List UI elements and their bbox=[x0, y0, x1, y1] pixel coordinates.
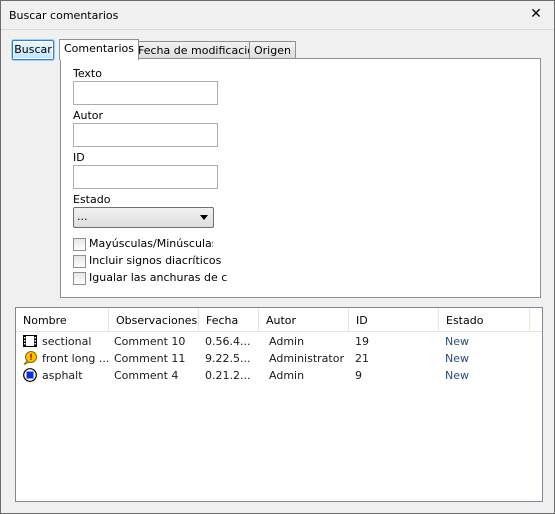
estado-dropdown[interactable]: ... bbox=[73, 207, 214, 228]
cell-observaciones: Comment 4 bbox=[114, 369, 179, 382]
table-row[interactable]: asphalt Comment 4 0.21.2... Admin 9 New bbox=[16, 367, 542, 384]
film-strip-icon bbox=[23, 335, 37, 347]
id-field[interactable] bbox=[73, 165, 218, 189]
cell-observaciones: Comment 10 bbox=[114, 335, 186, 348]
column-header-fecha[interactable]: Fecha bbox=[199, 308, 259, 331]
cell-estado: New bbox=[445, 335, 469, 348]
chevron-down-icon bbox=[200, 215, 208, 220]
cell-observaciones: Comment 11 bbox=[114, 352, 186, 365]
search-button[interactable]: Buscar bbox=[12, 40, 54, 60]
table-row[interactable]: front long ... Comment 11 9.22.5... Admi… bbox=[16, 350, 542, 367]
results-list[interactable]: Nombre Observaciones Fecha Autor ID Esta… bbox=[15, 307, 543, 502]
close-icon[interactable]: ✕ bbox=[528, 6, 544, 22]
cell-estado: New bbox=[445, 352, 469, 365]
find-comments-dialog: Buscar comentarios ✕ Buscar Comentarios … bbox=[0, 0, 555, 514]
tab-comentarios[interactable]: Comentarios bbox=[59, 39, 139, 60]
results-header: Nombre Observaciones Fecha Autor ID Esta… bbox=[16, 308, 542, 332]
warning-balloon-icon bbox=[23, 351, 37, 365]
blue-circle-icon bbox=[23, 368, 37, 382]
column-header-observaciones[interactable]: Observaciones bbox=[109, 308, 199, 331]
checkbox-box[interactable] bbox=[73, 272, 86, 285]
column-header-nombre[interactable]: Nombre bbox=[16, 308, 109, 331]
cell-autor: Admin bbox=[269, 335, 305, 348]
column-header-estado[interactable]: Estado bbox=[439, 308, 530, 331]
checkbox-box[interactable] bbox=[73, 238, 86, 251]
estado-selected-value: ... bbox=[77, 210, 88, 223]
checkbox-diacritics[interactable]: Incluir signos diacríticos bbox=[73, 255, 233, 269]
id-label: ID bbox=[73, 151, 85, 164]
column-header-autor[interactable]: Autor bbox=[259, 308, 349, 331]
cell-estado: New bbox=[445, 369, 469, 382]
cell-id: 21 bbox=[355, 352, 369, 365]
checkbox-label: Incluir signos diacríticos bbox=[89, 255, 222, 267]
tab-origen[interactable]: Origen bbox=[249, 41, 296, 59]
texto-label: Texto bbox=[73, 67, 102, 80]
checkbox-label: Mayúsculas/Minúsculas bbox=[89, 238, 213, 250]
cell-id: 19 bbox=[355, 335, 369, 348]
autor-label: Autor bbox=[73, 109, 104, 122]
table-row[interactable]: sectional Comment 10 0.56.4... Admin 19 … bbox=[16, 333, 542, 350]
estado-label: Estado bbox=[73, 193, 111, 206]
tab-fecha-modificacion[interactable]: Fecha de modificación bbox=[133, 41, 267, 59]
window-title: Buscar comentarios bbox=[9, 9, 119, 22]
cell-id: 9 bbox=[355, 369, 362, 382]
checkbox-match-width[interactable]: Igualar las anchuras de carác bbox=[73, 272, 228, 286]
column-header-id[interactable]: ID bbox=[349, 308, 439, 331]
autor-field[interactable] bbox=[73, 123, 218, 147]
cell-fecha: 0.56.4... bbox=[205, 335, 251, 348]
cell-fecha: 9.22.5... bbox=[205, 352, 251, 365]
cell-nombre: asphalt bbox=[42, 369, 83, 382]
cell-autor: Admin bbox=[269, 369, 305, 382]
cell-fecha: 0.21.2... bbox=[205, 369, 251, 382]
comments-tab-panel: Texto Autor ID Estado ... Mayúsculas/Min… bbox=[60, 58, 541, 298]
checkbox-case-sensitive[interactable]: Mayúsculas/Minúsculas bbox=[73, 238, 213, 252]
texto-field[interactable] bbox=[73, 81, 218, 105]
cell-autor: Administrator bbox=[269, 352, 344, 365]
checkbox-label: Igualar las anchuras de carác bbox=[89, 272, 228, 284]
cell-nombre: front long ... bbox=[42, 352, 109, 365]
cell-nombre: sectional bbox=[42, 335, 92, 348]
checkbox-box[interactable] bbox=[73, 255, 86, 268]
title-bar: Buscar comentarios ✕ bbox=[1, 1, 554, 30]
